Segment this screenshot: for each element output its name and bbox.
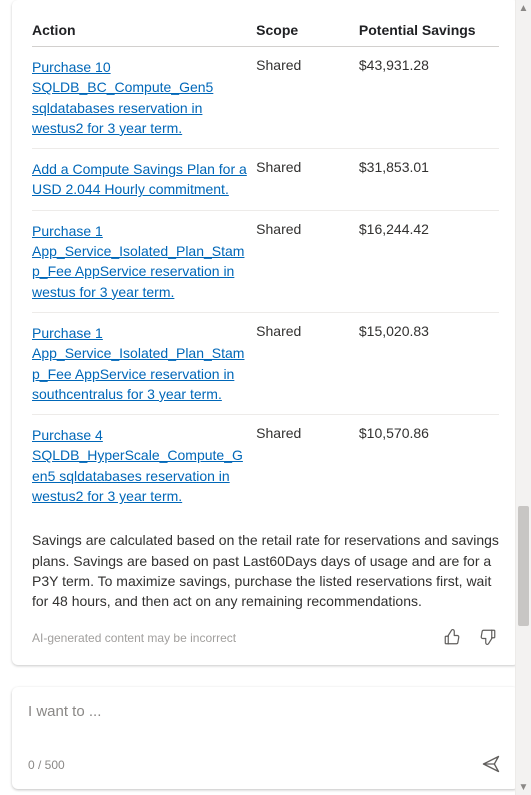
table-row: Add a Compute Savings Plan for a USD 2.0… [32, 149, 499, 211]
cell-savings: $16,244.42 [359, 210, 499, 312]
col-header-scope: Scope [256, 18, 359, 47]
table-row: Purchase 1 App_Service_Isolated_Plan_Sta… [32, 312, 499, 414]
recommendation-link[interactable]: Purchase 1 App_Service_Isolated_Plan_Sta… [32, 223, 244, 300]
recommendation-link[interactable]: Add a Compute Savings Plan for a USD 2.0… [32, 161, 247, 197]
recommendation-link[interactable]: Purchase 4 SQLDB_HyperScale_Compute_Gen5… [32, 427, 243, 504]
scroll-thumb[interactable] [518, 506, 529, 626]
cell-savings: $31,853.01 [359, 149, 499, 211]
col-header-action: Action [32, 18, 256, 47]
chat-input-card: 0 / 500 [12, 687, 519, 789]
recommendations-table: Action Scope Potential Savings Purchase … [32, 18, 499, 516]
table-row: Purchase 4 SQLDB_HyperScale_Compute_Gen5… [32, 415, 499, 517]
cell-scope: Shared [256, 312, 359, 414]
cell-scope: Shared [256, 210, 359, 312]
cell-savings: $10,570.86 [359, 415, 499, 517]
cell-scope: Shared [256, 149, 359, 211]
cell-scope: Shared [256, 47, 359, 149]
ai-disclaimer: AI-generated content may be incorrect [32, 631, 236, 645]
recommendation-link[interactable]: Purchase 10 SQLDB_BC_Compute_Gen5 sqldat… [32, 59, 213, 136]
cell-savings: $43,931.28 [359, 47, 499, 149]
chat-input[interactable] [28, 703, 503, 727]
thumbs-up-icon [443, 628, 461, 646]
send-button[interactable] [479, 752, 503, 779]
col-header-savings: Potential Savings [359, 18, 499, 47]
send-icon [481, 754, 501, 774]
cell-savings: $15,020.83 [359, 312, 499, 414]
cell-scope: Shared [256, 415, 359, 517]
scroll-down-arrow-icon[interactable]: ▼ [516, 779, 531, 795]
scroll-track[interactable] [516, 16, 531, 779]
vertical-scrollbar[interactable]: ▲ ▼ [515, 0, 531, 795]
table-row: Purchase 10 SQLDB_BC_Compute_Gen5 sqldat… [32, 47, 499, 149]
char-count: 0 / 500 [28, 758, 65, 772]
thumbs-down-icon [479, 628, 497, 646]
recommendation-link[interactable]: Purchase 1 App_Service_Isolated_Plan_Sta… [32, 325, 244, 402]
savings-disclaimer: Savings are calculated based on the reta… [32, 530, 499, 611]
table-row: Purchase 1 App_Service_Isolated_Plan_Sta… [32, 210, 499, 312]
thumbs-down-button[interactable] [477, 626, 499, 651]
scroll-up-arrow-icon[interactable]: ▲ [516, 0, 531, 16]
thumbs-up-button[interactable] [441, 626, 463, 651]
recommendations-card: Action Scope Potential Savings Purchase … [12, 0, 519, 665]
